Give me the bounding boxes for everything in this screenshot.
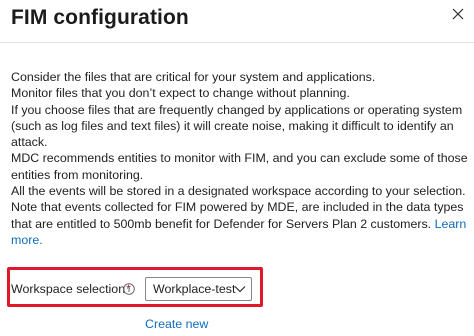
description-line: attack. [11, 135, 48, 150]
learn-more-link-continued[interactable]: more. [11, 233, 43, 247]
page-title: FIM configuration [11, 6, 189, 29]
info-icon[interactable] [123, 283, 135, 295]
header-divider [0, 42, 474, 43]
learn-more-link[interactable]: Learn [435, 217, 467, 231]
panel-header: FIM configuration [0, 0, 474, 42]
description-line: Consider the files that are critical for… [11, 70, 376, 84]
close-button[interactable] [446, 2, 470, 26]
workspace-label-text: Workspace selection [11, 282, 126, 296]
description-line: more. [11, 232, 463, 248]
description-line: (such as log files and text files) it wi… [11, 118, 454, 133]
close-icon [452, 8, 464, 20]
description-line: All the events will be stored in a desig… [11, 184, 466, 199]
description-line: Note that events collected for FIM power… [11, 200, 464, 215]
description-line: If you choose files that are frequently … [11, 102, 463, 117]
fim-configuration-panel: FIM configuration Consider the files tha… [0, 0, 474, 336]
description-line: entities from monitoring. [11, 167, 144, 182]
description-text: Consider the files that are critical for… [11, 69, 468, 248]
description-line: Monitor files that you don’t expect to c… [11, 86, 350, 101]
workspace-dropdown[interactable]: Workplace-test [145, 277, 252, 301]
workspace-dropdown-value: Workplace-test [153, 282, 236, 296]
workspace-selection-label: Workspace selection* [11, 282, 131, 296]
description-line: that are entitled to 500mb benefit for D… [11, 216, 432, 231]
description-line-with-link: that are entitled to 500mb benefit for D… [11, 216, 466, 232]
chevron-down-icon [234, 286, 246, 293]
create-new-link[interactable]: Create new [145, 317, 208, 331]
description-line: MDC recommends entities to monitor with … [11, 151, 468, 166]
